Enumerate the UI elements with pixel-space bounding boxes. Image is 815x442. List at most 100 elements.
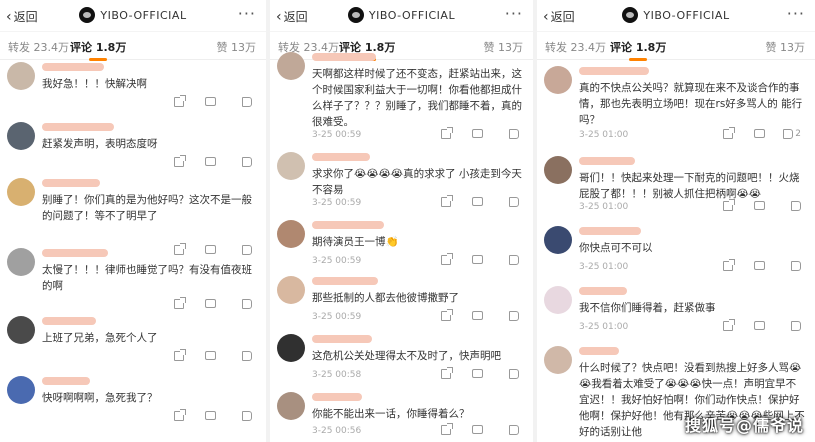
comment-text: 快呀啊啊啊，急死我了？ [42, 392, 158, 404]
comment-meta [42, 95, 256, 110]
top-bar: ‹ 返回 YIBO-OFFICIAL ··· [270, 0, 533, 32]
like-icon[interactable] [242, 411, 252, 421]
like-icon[interactable] [509, 197, 519, 207]
nickname-blurred[interactable] [312, 277, 378, 285]
reply-icon[interactable] [472, 255, 483, 264]
comment-panel-1: ‹ 返回 YIBO-OFFICIAL ··· 转发 23.4万 评论 1.8万 … [0, 0, 266, 442]
nickname-blurred[interactable] [42, 179, 100, 187]
like-icon[interactable] [242, 351, 252, 361]
avatar[interactable] [277, 276, 305, 304]
like-icon[interactable] [791, 201, 801, 211]
nickname-blurred[interactable] [579, 287, 627, 295]
share-icon[interactable] [174, 349, 186, 361]
like-icon[interactable] [791, 261, 801, 271]
reply-icon[interactable] [754, 129, 765, 138]
nickname-blurred[interactable] [42, 249, 108, 257]
avatar[interactable] [7, 62, 35, 90]
reply-icon[interactable] [754, 261, 765, 270]
like-icon[interactable] [509, 255, 519, 265]
reply-icon[interactable] [472, 311, 483, 320]
avatar[interactable] [544, 286, 572, 314]
reply-icon[interactable] [754, 201, 765, 210]
more-dots-icon[interactable]: ··· [505, 4, 523, 23]
comment-text: 那些抵制的人都去他彼博撒野了 [312, 292, 459, 304]
like-icon[interactable] [242, 299, 252, 309]
reply-icon[interactable] [472, 425, 483, 434]
more-dots-icon[interactable]: ··· [238, 4, 256, 23]
like-icon[interactable]: 2 [783, 129, 801, 139]
nickname-blurred[interactable] [312, 53, 376, 61]
share-icon[interactable] [441, 127, 453, 139]
nickname-blurred[interactable] [42, 317, 96, 325]
tab-forward[interactable]: 转发 23.4万 [8, 39, 69, 55]
avatar[interactable] [544, 346, 572, 374]
avatar[interactable] [7, 376, 35, 404]
share-icon[interactable] [441, 309, 453, 321]
like-icon[interactable] [509, 369, 519, 379]
tab-likes[interactable]: 赞 13万 [484, 39, 524, 55]
share-icon[interactable] [441, 195, 453, 207]
share-icon[interactable] [441, 367, 453, 379]
avatar[interactable] [277, 220, 305, 248]
avatar[interactable] [277, 334, 305, 362]
avatar[interactable] [277, 52, 305, 80]
reply-icon[interactable] [205, 411, 216, 420]
comment-meta: 3-25 01:00 [579, 199, 805, 214]
reply-icon[interactable] [472, 197, 483, 206]
like-icon[interactable] [509, 311, 519, 321]
share-icon[interactable] [723, 199, 735, 211]
avatar[interactable] [544, 156, 572, 184]
tab-forward[interactable]: 转发 23.4万 [545, 39, 606, 55]
like-icon[interactable] [509, 129, 519, 139]
tab-likes[interactable]: 赞 13万 [217, 39, 257, 55]
share-icon[interactable] [174, 155, 186, 167]
avatar[interactable] [7, 122, 35, 150]
nickname-blurred[interactable] [42, 63, 104, 71]
comment-meta: 3-25 01:00 [579, 259, 805, 274]
tab-comments[interactable]: 评论 1.8万 [610, 39, 666, 61]
nickname-blurred[interactable] [312, 393, 362, 401]
like-icon[interactable] [242, 97, 252, 107]
tab-comments[interactable]: 评论 1.8万 [70, 39, 126, 61]
reply-icon[interactable] [472, 129, 483, 138]
reply-icon[interactable] [205, 299, 216, 308]
nickname-blurred[interactable] [312, 221, 384, 229]
avatar[interactable] [7, 248, 35, 276]
nickname-blurred[interactable] [312, 153, 370, 161]
nickname-blurred[interactable] [42, 123, 114, 131]
tab-likes[interactable]: 赞 13万 [766, 39, 806, 55]
reply-icon[interactable] [472, 369, 483, 378]
avatar[interactable] [277, 152, 305, 180]
nickname-blurred[interactable] [579, 157, 635, 165]
share-icon[interactable] [441, 423, 453, 435]
nickname-blurred[interactable] [42, 377, 90, 385]
nickname-blurred[interactable] [579, 347, 619, 355]
share-icon[interactable] [441, 253, 453, 265]
like-icon[interactable] [791, 321, 801, 331]
nickname-blurred[interactable] [312, 335, 372, 343]
share-icon[interactable] [174, 409, 186, 421]
nickname-blurred[interactable] [579, 227, 641, 235]
share-icon[interactable] [174, 243, 186, 255]
share-icon[interactable] [723, 319, 735, 331]
avatar[interactable] [277, 392, 305, 420]
reply-icon[interactable] [205, 97, 216, 106]
nickname-blurred[interactable] [579, 67, 649, 75]
account-title: YIBO-OFFICIAL [537, 7, 815, 23]
like-icon[interactable] [242, 245, 252, 255]
reply-icon[interactable] [205, 351, 216, 360]
avatar[interactable] [7, 178, 35, 206]
reply-icon[interactable] [205, 245, 216, 254]
like-icon[interactable] [242, 157, 252, 167]
share-icon[interactable] [723, 259, 735, 271]
like-icon[interactable] [509, 425, 519, 435]
more-dots-icon[interactable]: ··· [787, 4, 805, 23]
reply-icon[interactable] [754, 321, 765, 330]
avatar[interactable] [544, 226, 572, 254]
reply-icon[interactable] [205, 157, 216, 166]
share-icon[interactable] [174, 95, 186, 107]
avatar[interactable] [544, 66, 572, 94]
avatar[interactable] [7, 316, 35, 344]
share-icon[interactable] [723, 127, 735, 139]
share-icon[interactable] [174, 297, 186, 309]
